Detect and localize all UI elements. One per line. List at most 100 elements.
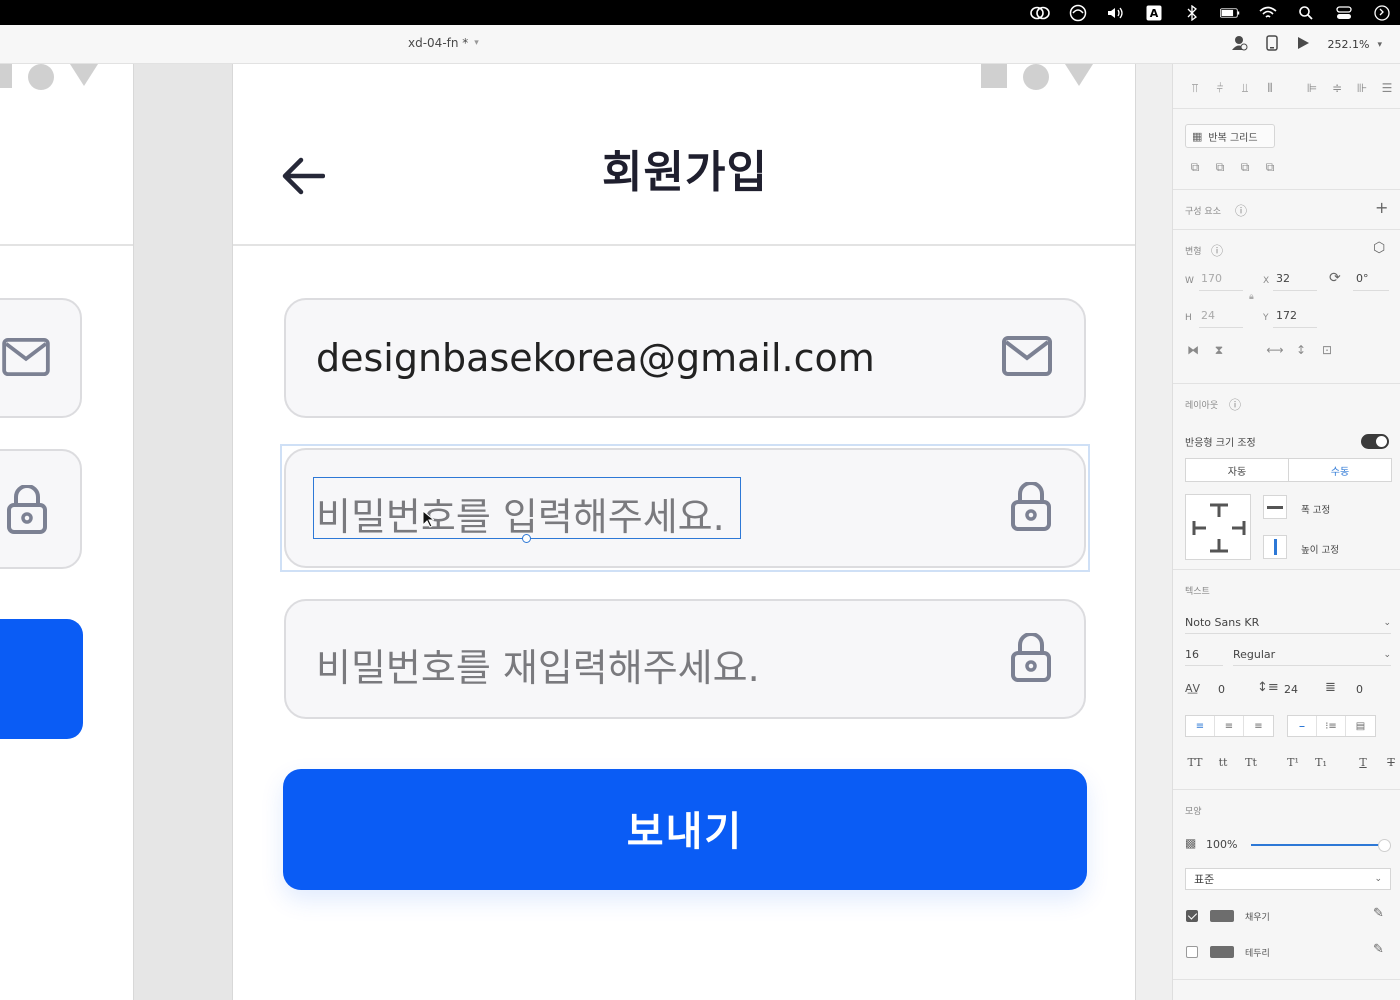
fill-color-swatch[interactable] <box>1210 910 1234 922</box>
align-right-icon[interactable]: ⊪ <box>1354 80 1370 96</box>
text-align-center-icon[interactable]: ≡ <box>1215 716 1244 736</box>
opacity-value[interactable]: 100% <box>1206 838 1237 851</box>
fix-height-button[interactable] <box>1263 535 1287 559</box>
info-icon[interactable]: ⓘ <box>1211 242 1223 259</box>
zoom-dropdown[interactable]: 252.1% ▾ <box>1328 38 1382 51</box>
paragraph-spacing-value[interactable]: 0 <box>1356 683 1363 696</box>
hug-height-icon[interactable]: ↕ <box>1293 342 1309 358</box>
responsive-manual-option[interactable]: 수동 <box>1288 459 1391 481</box>
repeat-grid-button[interactable]: ▦ 반복 그리드 <box>1185 124 1275 148</box>
x-label: X <box>1263 276 1270 286</box>
superscript-icon[interactable]: T¹ <box>1283 754 1303 770</box>
password-field-previous[interactable] <box>0 449 82 569</box>
email-field[interactable]: designbasekorea@gmail.com <box>284 298 1086 418</box>
responsive-mode-segmented[interactable]: 자동 수동 <box>1185 458 1392 482</box>
mail-icon <box>2 338 50 376</box>
char-spacing-value[interactable]: 0 <box>1218 683 1225 696</box>
auto-height-icon[interactable]: ⁝≡ <box>1317 716 1346 736</box>
email-field-previous[interactable] <box>0 298 82 418</box>
boolean-subtract-icon[interactable]: ⧉ <box>1212 159 1228 175</box>
submit-button-previous[interactable] <box>0 619 83 739</box>
info-icon[interactable]: ⓘ <box>1229 396 1241 413</box>
volume-icon[interactable] <box>1106 5 1126 21</box>
font-family-select[interactable]: Noto Sans KR ⌄ <box>1185 612 1391 634</box>
width-value[interactable]: 170 <box>1201 272 1222 285</box>
text-align-left-icon[interactable]: ≡ <box>1186 716 1215 736</box>
play-icon[interactable] <box>1296 35 1310 54</box>
text-label: 텍스트 <box>1185 587 1210 597</box>
lowercase-icon[interactable]: tt <box>1213 754 1233 770</box>
flip-vertical-icon[interactable]: ⧗ <box>1211 342 1227 358</box>
distribute-horizontal-icon[interactable]: ☰ <box>1379 80 1395 96</box>
page-header: 회원가입 <box>233 64 1135 246</box>
subscript-icon[interactable]: T₁ <box>1311 754 1331 770</box>
input-source-icon[interactable]: A <box>1144 5 1164 21</box>
font-weight-select[interactable]: Regular ⌄ <box>1233 644 1391 666</box>
resize-handle[interactable] <box>522 534 531 543</box>
add-icon[interactable]: + <box>1375 198 1388 217</box>
device-preview-icon[interactable] <box>1265 34 1278 55</box>
artboard-previous[interactable] <box>0 64 134 1000</box>
responsive-auto-option[interactable]: 자동 <box>1186 459 1288 481</box>
siri-icon[interactable] <box>1372 4 1392 21</box>
border-checkbox[interactable] <box>1186 946 1198 958</box>
opacity-slider[interactable] <box>1251 839 1391 852</box>
boolean-exclude-icon[interactable]: ⧉ <box>1262 159 1278 175</box>
font-size-input[interactable]: 16 <box>1185 644 1223 666</box>
password-confirm-field[interactable]: 비밀번호를 재입력해주세요. <box>284 599 1086 719</box>
uppercase-icon[interactable]: TT <box>1185 754 1205 770</box>
fit-content-icon[interactable]: ⊡ <box>1319 342 1335 358</box>
y-value[interactable]: 172 <box>1276 309 1297 322</box>
3d-transform-icon[interactable]: ⬡ <box>1373 240 1385 256</box>
distribute-vertical-icon[interactable]: ⦀ <box>1262 80 1278 96</box>
info-icon[interactable]: ⓘ <box>1235 202 1247 219</box>
constraint-pinning-box[interactable] <box>1185 494 1251 560</box>
responsive-resize-toggle[interactable] <box>1361 434 1389 449</box>
align-center-icon[interactable]: ≑ <box>1329 80 1345 96</box>
adobe-cc-icon[interactable] <box>1030 5 1050 21</box>
eyedropper-icon[interactable]: ✎ <box>1373 942 1384 957</box>
document-title[interactable]: xd-04-fn * ▾ <box>408 36 479 50</box>
canvas-gutter <box>1136 64 1172 1000</box>
flip-horizontal-icon[interactable]: ⧓ <box>1185 342 1201 358</box>
align-toolbar: ⫪ ⫩ ⫫ ⦀ ⊫ ≑ ⊪ ☰ <box>1187 80 1395 96</box>
submit-button[interactable]: 보내기 <box>283 769 1087 890</box>
underline-icon[interactable]: T <box>1353 754 1373 770</box>
boolean-intersect-icon[interactable]: ⧉ <box>1237 159 1253 175</box>
hug-width-icon[interactable]: ⟷ <box>1266 342 1283 358</box>
control-center-icon[interactable] <box>1334 5 1354 21</box>
align-bottom-icon[interactable]: ⫫ <box>1237 80 1253 96</box>
align-left-icon[interactable]: ⊫ <box>1304 80 1320 96</box>
design-canvas[interactable]: 회원가입 designbasekorea@gmail.com 비밀번호를 입력해… <box>0 64 1172 1000</box>
height-value[interactable]: 24 <box>1201 309 1215 322</box>
lock-aspect-icon[interactable]: 🔒︎ <box>1249 292 1254 302</box>
eyedropper-icon[interactable]: ✎ <box>1373 906 1384 921</box>
fix-width-button[interactable] <box>1263 495 1287 519</box>
titlecase-icon[interactable]: Tt <box>1241 754 1261 770</box>
wifi-icon[interactable] <box>1258 5 1278 21</box>
bluetooth-icon[interactable] <box>1182 4 1202 21</box>
auto-width-icon[interactable]: ⎯ <box>1288 716 1317 736</box>
strikethrough-icon[interactable]: T <box>1381 754 1400 770</box>
boolean-add-icon[interactable]: ⧉ <box>1187 159 1203 175</box>
fixed-size-icon[interactable]: ▤ <box>1346 716 1375 736</box>
rotation-value[interactable]: 0° <box>1356 272 1369 285</box>
border-color-swatch[interactable] <box>1210 946 1234 958</box>
x-value[interactable]: 32 <box>1276 272 1290 285</box>
document-title-label: xd-04-fn * <box>408 36 469 50</box>
spotlight-icon[interactable] <box>1296 5 1316 21</box>
share-user-icon[interactable] <box>1231 35 1248 55</box>
fill-checkbox[interactable] <box>1186 910 1198 922</box>
text-selection-box[interactable] <box>313 477 741 539</box>
align-middle-icon[interactable]: ⫩ <box>1212 80 1228 96</box>
battery-icon[interactable] <box>1220 5 1240 21</box>
blend-mode-select[interactable]: 표준 ⌄ <box>1185 868 1391 890</box>
width-label: W <box>1185 276 1194 286</box>
text-align-group: ≡ ≡ ≡ <box>1185 715 1274 737</box>
artboard-signup[interactable]: 회원가입 designbasekorea@gmail.com 비밀번호를 입력해… <box>232 64 1136 1000</box>
line-spacing-value[interactable]: 24 <box>1284 683 1298 696</box>
sync-icon[interactable] <box>1068 4 1088 21</box>
align-top-icon[interactable]: ⫪ <box>1187 80 1203 96</box>
paragraph-spacing-icon: ≣ <box>1325 680 1336 695</box>
text-align-right-icon[interactable]: ≡ <box>1244 716 1273 736</box>
